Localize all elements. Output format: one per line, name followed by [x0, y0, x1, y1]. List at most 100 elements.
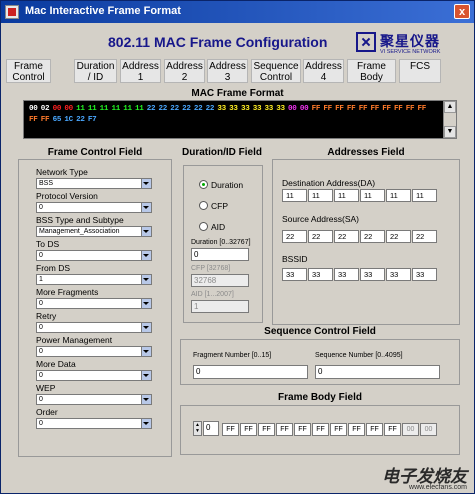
- header-cell-duration-id: Duration / ID: [74, 59, 117, 83]
- bss-type-subtype-label: BSS Type and Subtype: [36, 215, 124, 225]
- chevron-down-icon[interactable]: [141, 179, 151, 188]
- fragment-number-input[interactable]: 0: [193, 365, 308, 379]
- radio-aid[interactable]: [199, 222, 208, 231]
- frame-body-byte-4[interactable]: FF: [276, 423, 293, 436]
- client-area: 802.11 MAC Frame Configuration 聚星仪器 VI S…: [4, 25, 471, 491]
- bssid-byte-6[interactable]: 33: [412, 268, 437, 281]
- watermark-url: www.elecfans.com: [409, 484, 467, 491]
- hex-segment-address-1: 11 11 11 11 11 11: [76, 105, 144, 113]
- header-cell-address-4: Address 4: [303, 59, 344, 83]
- mac-frame-hex-display[interactable]: 00 02 00 00 11 11 11 11 11 11 22 22 22 2…: [23, 100, 457, 139]
- hex-segment-sequence: 00 00: [288, 105, 309, 113]
- sequence-control-title: Sequence Control Field: [264, 326, 376, 337]
- dest-byte-6[interactable]: 11: [412, 189, 437, 202]
- to-ds-select[interactable]: 0: [36, 250, 152, 261]
- frame-body-byte-10[interactable]: FF: [384, 423, 401, 436]
- chevron-down-icon[interactable]: [141, 395, 151, 404]
- dest-byte-1[interactable]: 11: [282, 189, 307, 202]
- frame-body-index-input[interactable]: 0: [203, 421, 219, 436]
- addresses-title: Addresses Field: [327, 147, 405, 158]
- radio-duration-label[interactable]: Duration: [211, 180, 243, 190]
- frame-body-title: Frame Body Field: [278, 392, 362, 403]
- bssid-byte-5[interactable]: 33: [386, 268, 411, 281]
- more-data-label: More Data: [36, 359, 76, 369]
- more-data-select[interactable]: 0: [36, 370, 152, 381]
- source-byte-6[interactable]: 22: [412, 230, 437, 243]
- frame-control-title: Frame Control Field: [47, 147, 143, 158]
- chevron-down-icon[interactable]: [141, 299, 151, 308]
- bss-type-subtype-select[interactable]: Management_Association: [36, 226, 152, 237]
- dest-byte-5[interactable]: 11: [386, 189, 411, 202]
- frame-body-byte-9[interactable]: FF: [366, 423, 383, 436]
- more-fragments-select[interactable]: 0: [36, 298, 152, 309]
- hex-segment-address-2: 22 22 22 22 22 22: [146, 105, 215, 113]
- radio-cfp-label[interactable]: CFP: [211, 201, 228, 211]
- power-management-select[interactable]: 0: [36, 346, 152, 357]
- dest-byte-3[interactable]: 11: [334, 189, 359, 202]
- scroll-down-icon[interactable]: ▼: [444, 126, 456, 138]
- radio-duration[interactable]: [199, 180, 208, 189]
- source-byte-3[interactable]: 22: [334, 230, 359, 243]
- radio-aid-label[interactable]: AID: [211, 222, 225, 232]
- spin-down-icon[interactable]: ▼: [195, 428, 200, 434]
- source-byte-1[interactable]: 22: [282, 230, 307, 243]
- retry-select[interactable]: 0: [36, 322, 152, 333]
- hex-scrollbar[interactable]: ▲ ▼: [443, 101, 456, 138]
- sequence-number-label: Sequence Number [0..4095]: [315, 352, 403, 359]
- from-ds-select[interactable]: 1: [36, 274, 152, 285]
- network-type-label: Network Type: [36, 167, 88, 177]
- chevron-down-icon[interactable]: [141, 323, 151, 332]
- page-title: 802.11 MAC Frame Configuration: [108, 34, 328, 50]
- radio-cfp[interactable]: [199, 201, 208, 210]
- header-cell-address-3: Address 3: [207, 59, 248, 83]
- duration-input[interactable]: 0: [191, 248, 249, 261]
- chevron-down-icon[interactable]: [141, 371, 151, 380]
- source-byte-4[interactable]: 22: [360, 230, 385, 243]
- frame-body-byte-disabled-2: 00: [420, 423, 437, 436]
- bssid-byte-1[interactable]: 33: [282, 268, 307, 281]
- frame-body-index-spinner[interactable]: ▲ ▼: [193, 421, 202, 436]
- source-byte-2[interactable]: 22: [308, 230, 333, 243]
- chevron-down-icon[interactable]: [141, 251, 151, 260]
- mac-frame-format-label: MAC Frame Format: [191, 88, 284, 99]
- frame-body-byte-1[interactable]: FF: [222, 423, 239, 436]
- app-window: Mac Interactive Frame Format x 802.11 MA…: [0, 0, 475, 494]
- source-address-label: Source Address(SA): [282, 214, 360, 224]
- header-cell-address-2: Address 2: [164, 59, 205, 83]
- frame-body-byte-8[interactable]: FF: [348, 423, 365, 436]
- close-button[interactable]: x: [454, 4, 470, 19]
- source-byte-5[interactable]: 22: [386, 230, 411, 243]
- retry-label: Retry: [36, 311, 57, 321]
- bssid-byte-3[interactable]: 33: [334, 268, 359, 281]
- order-select[interactable]: 0: [36, 418, 152, 429]
- chevron-down-icon[interactable]: [141, 419, 151, 428]
- frame-body-byte-3[interactable]: FF: [258, 423, 275, 436]
- protocol-version-select[interactable]: 0: [36, 202, 152, 213]
- chevron-down-icon[interactable]: [141, 347, 151, 356]
- power-management-label: Power Management: [36, 335, 113, 345]
- frame-body-byte-5[interactable]: FF: [294, 423, 311, 436]
- frame-body-byte-6[interactable]: FF: [312, 423, 329, 436]
- to-ds-label: To DS: [36, 239, 60, 249]
- title-bar[interactable]: Mac Interactive Frame Format x: [1, 1, 474, 23]
- frame-body-byte-7[interactable]: FF: [330, 423, 347, 436]
- wep-select[interactable]: 0: [36, 394, 152, 405]
- addresses-panel: Destination Address(DA) 11 11 11 11 11 1…: [272, 159, 460, 325]
- bssid-byte-4[interactable]: 33: [360, 268, 385, 281]
- scroll-up-icon[interactable]: ▲: [444, 101, 456, 113]
- chevron-down-icon[interactable]: [141, 275, 151, 284]
- window-title: Mac Interactive Frame Format: [25, 5, 181, 17]
- chevron-down-icon[interactable]: [141, 203, 151, 212]
- order-label: Order: [36, 407, 58, 417]
- chevron-down-icon[interactable]: [141, 227, 151, 236]
- sequence-number-input[interactable]: 0: [315, 365, 440, 379]
- header-cell-address-1: Address 1: [120, 59, 161, 83]
- frame-body-byte-2[interactable]: FF: [240, 423, 257, 436]
- dest-byte-4[interactable]: 11: [360, 189, 385, 202]
- bssid-byte-2[interactable]: 33: [308, 268, 333, 281]
- network-type-select[interactable]: BSS: [36, 178, 152, 189]
- dest-byte-2[interactable]: 11: [308, 189, 333, 202]
- frame-control-panel: Network Type BSS Protocol Version 0 BSS …: [18, 159, 172, 457]
- frame-body-byte-disabled-1: 00: [402, 423, 419, 436]
- header-cell-sequence-control: Sequence Control: [251, 59, 301, 83]
